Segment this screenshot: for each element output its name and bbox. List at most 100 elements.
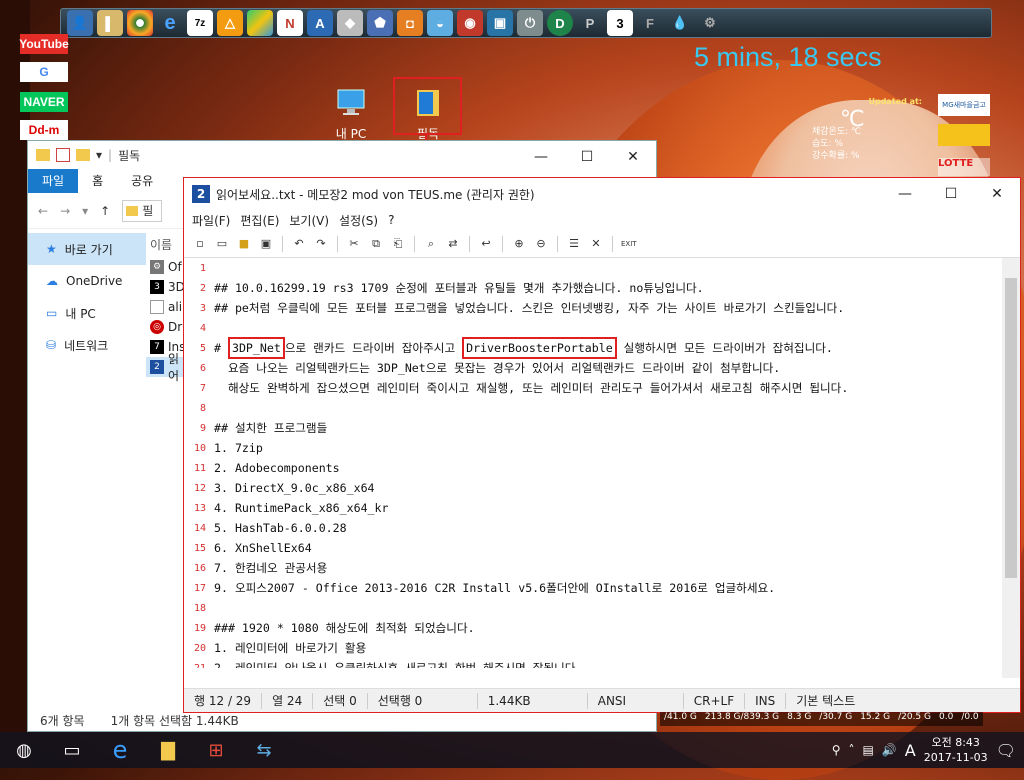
usb-icon[interactable]: ◆ (337, 10, 363, 36)
status-encoding[interactable]: ANSI (588, 692, 684, 709)
remote-icon[interactable]: ⇆ (240, 732, 288, 768)
drive-icon[interactable] (247, 10, 273, 36)
daum-launcher[interactable]: Dd-m (20, 120, 68, 140)
bird-icon[interactable]: ◒ (427, 10, 453, 36)
menu-settings[interactable]: 설정(S) (339, 212, 378, 229)
back-icon[interactable]: ← (38, 204, 48, 218)
naver-launcher[interactable]: NAVER (20, 92, 68, 112)
redo-icon[interactable]: ↷ (313, 236, 329, 252)
list-item[interactable]: ali (146, 297, 186, 317)
menu-view[interactable]: 보기(V) (289, 212, 329, 229)
column-header-name[interactable]: 이름 (146, 233, 186, 257)
tab-file[interactable]: 파일 (28, 169, 79, 193)
new-file-icon[interactable]: ▫ (192, 236, 208, 252)
close-button[interactable]: ✕ (974, 178, 1020, 210)
zoom-in-icon[interactable]: ⊕ (511, 236, 527, 252)
schema-icon[interactable]: ☰ (566, 236, 582, 252)
google-launcher[interactable]: G (20, 62, 68, 82)
zoom-out-icon[interactable]: ⊖ (533, 236, 549, 252)
minimize-button[interactable]: — (882, 178, 928, 210)
ie-taskbar-icon[interactable]: e (96, 732, 144, 768)
drop-icon[interactable]: 💧 (667, 10, 693, 36)
notification-icon[interactable]: 🗨 (996, 741, 1016, 760)
open-icon[interactable]: ▭ (214, 236, 230, 252)
minimize-button[interactable]: — (518, 141, 564, 173)
close-button[interactable]: ✕ (610, 141, 656, 173)
menu-help[interactable]: ? (388, 213, 394, 227)
network-icon[interactable]: ▤ (863, 743, 874, 757)
ad-lotte[interactable]: LOTTE (938, 158, 990, 176)
save-icon[interactable]: ▣ (258, 236, 274, 252)
exit-button[interactable]: EXIT (621, 236, 637, 252)
explorer-window-controls: — ☐ ✕ (518, 141, 656, 173)
chrome-icon[interactable] (127, 10, 153, 36)
up-icon[interactable]: ↑ (100, 204, 110, 218)
caret-up-icon[interactable]: ˄ (849, 743, 855, 757)
sidebar-item-this-pc[interactable]: ▭ 내 PC (28, 297, 146, 329)
wordwrap-icon[interactable]: ↩ (478, 236, 494, 252)
cut-icon[interactable]: ✂ (346, 236, 362, 252)
notepad-icon[interactable]: N (277, 10, 303, 36)
recent-dropdown-icon[interactable]: ▾ (82, 204, 88, 218)
forward-icon[interactable]: → (60, 204, 70, 218)
status-line-ending[interactable]: CR+LF (684, 692, 746, 709)
new-folder-icon[interactable] (76, 149, 90, 161)
status-scheme[interactable]: 기본 텍스트 (786, 693, 865, 709)
user-icon[interactable]: 👤 (67, 10, 93, 36)
editor-area[interactable]: 1 2 ## 10.0.16299.19 rs3 1709 순정에 포터블과 유틸… (184, 258, 1004, 669)
f-icon[interactable]: F (637, 10, 663, 36)
floppy-icon[interactable]: ▣ (487, 10, 513, 36)
address-bar[interactable]: 필 (122, 199, 163, 222)
explorer-taskbar-icon[interactable]: ▇ (144, 732, 192, 768)
power-icon[interactable]: ⏻ (517, 10, 543, 36)
undo-icon[interactable]: ↶ (291, 236, 307, 252)
folder-icon[interactable]: ▌ (97, 10, 123, 36)
replace-icon[interactable]: ⇄ (445, 236, 461, 252)
dropdown-icon[interactable]: ▾ (96, 148, 102, 162)
ad-banner[interactable] (938, 124, 990, 146)
sidebar-item-onedrive[interactable]: ☁ OneDrive (28, 265, 146, 297)
customize-icon[interactable]: ✕ (588, 236, 604, 252)
ime-indicator[interactable]: A (905, 741, 916, 760)
d-icon[interactable]: D (547, 10, 573, 36)
html-icon[interactable]: ◘ (397, 10, 423, 36)
sidebar-item-quick-access[interactable]: ★ 바로 가기 (28, 233, 146, 265)
app-icon[interactable]: A (307, 10, 333, 36)
find-icon[interactable]: ⌕ (423, 236, 439, 252)
tab-share[interactable]: 공유 (117, 169, 167, 193)
youtube-launcher[interactable]: YouTube (19, 34, 69, 54)
7zip-icon[interactable]: 7z (187, 10, 213, 36)
sidebar-item-network[interactable]: ⛁ 네트워크 (28, 329, 146, 361)
shield-icon[interactable]: ⬟ (367, 10, 393, 36)
status-insert-mode[interactable]: INS (745, 692, 787, 709)
clock[interactable]: 오전 8:43 2017-11-03 (924, 735, 988, 765)
maximize-button[interactable]: ☐ (928, 178, 974, 210)
windows-store-icon[interactable]: ⊞ (192, 732, 240, 768)
task-view-icon[interactable]: ▭ (48, 732, 96, 768)
scrollbar-thumb[interactable] (1005, 278, 1017, 578)
properties-icon[interactable] (56, 148, 70, 162)
ie-icon[interactable]: e (157, 10, 183, 36)
paste-icon[interactable]: ⎗ (390, 236, 406, 252)
list-item[interactable]: ◎ Dr (146, 317, 186, 337)
copy-icon[interactable]: ⧉ (368, 236, 384, 252)
tab-home[interactable]: 홈 (78, 169, 117, 193)
list-item[interactable]: ⚙ Of (146, 257, 186, 277)
people-icon[interactable]: ⚲ (832, 743, 841, 757)
list-item[interactable]: 3 3D (146, 277, 186, 297)
desktop-icon-my-pc[interactable]: 내 PC (316, 86, 386, 142)
maximize-button[interactable]: ☐ (564, 141, 610, 173)
calendar-icon[interactable]: 3 (607, 10, 633, 36)
vertical-scrollbar[interactable] (1002, 258, 1020, 678)
p-icon[interactable]: P (577, 10, 603, 36)
recent-icon[interactable]: ■ (236, 236, 252, 252)
list-item[interactable]: 2 읽어 (146, 352, 186, 383)
volume-icon[interactable]: 🔊 (882, 743, 897, 757)
warning-icon[interactable]: △ (217, 10, 243, 36)
ad-mg-bank[interactable]: MG새마을금고 (938, 94, 990, 116)
eye-icon[interactable]: ◉ (457, 10, 483, 36)
menu-edit[interactable]: 편집(E) (240, 212, 279, 229)
start-button[interactable]: ◍ (0, 732, 48, 768)
gear-icon[interactable]: ⚙ (697, 10, 723, 36)
menu-file[interactable]: 파일(F) (192, 212, 230, 229)
